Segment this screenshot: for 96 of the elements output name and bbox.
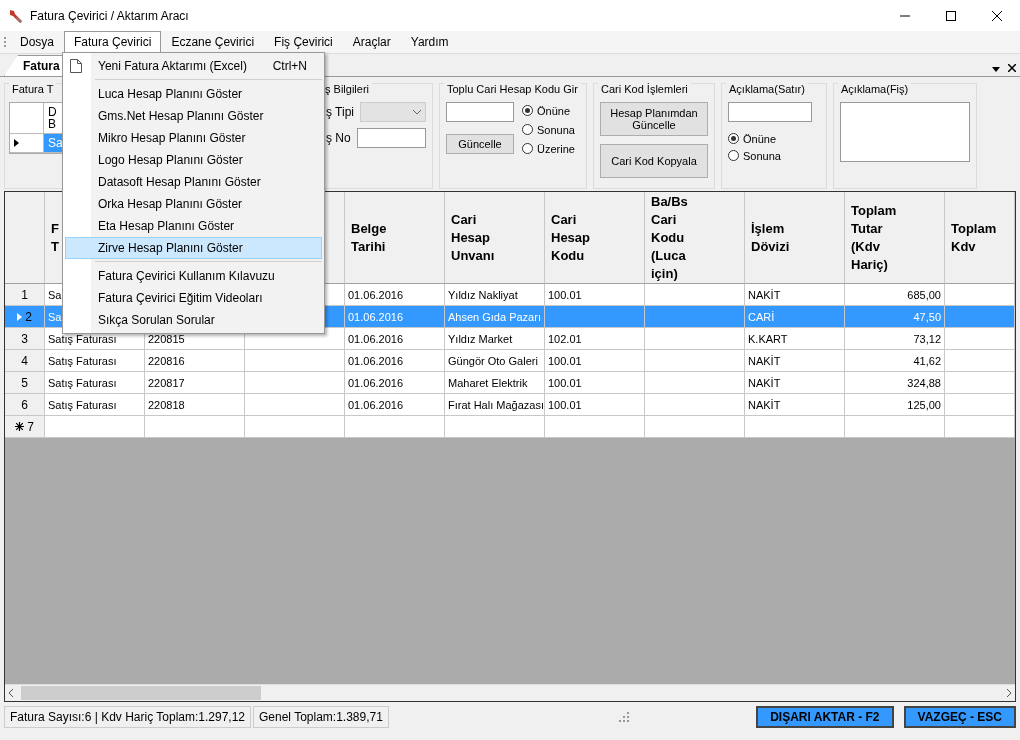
status-text: Fatura Sayısı:6 | Kdv Hariç Toplam:1.297,12	[4, 706, 251, 728]
column-header[interactable]: Belge Tarihi	[345, 192, 445, 284]
row-header[interactable]: 5	[5, 372, 45, 394]
table-cell: 73,12	[845, 328, 945, 350]
group-title: ş Bilgileri	[322, 83, 372, 95]
table-cell: CARİ	[745, 306, 845, 328]
action-button[interactable]: Hesap Planımdan Güncelle	[600, 102, 708, 136]
menu-item[interactable]: Fatura Çevirici Kullanım Kılavuzu	[65, 265, 322, 287]
table-cell: NAKİT	[745, 372, 845, 394]
table-cell: 324,88	[845, 372, 945, 394]
horizontal-scrollbar[interactable]	[5, 684, 1015, 701]
table-cell: 125,00	[845, 394, 945, 416]
menu-item[interactable]: Fiş Çevirici	[264, 31, 343, 53]
table-cell: 220816	[145, 350, 245, 372]
table-cell: 01.06.2016	[345, 284, 445, 306]
row-header[interactable]: 7	[5, 416, 45, 438]
action-button[interactable]: VAZGEÇ - ESC	[903, 706, 1016, 728]
table-cell: 01.06.2016	[345, 328, 445, 350]
table-cell: Satış Faturası	[45, 350, 145, 372]
radio-option[interactable]: Sonuna	[522, 121, 575, 138]
action-button[interactable]: Cari Kod Kopyala	[600, 144, 708, 178]
table-cell: Güngör Oto Galeri	[445, 350, 545, 372]
table-cell: 41,62	[845, 350, 945, 372]
row-pointer-icon	[14, 139, 19, 147]
table-cell: 220817	[145, 372, 245, 394]
menu-item[interactable]: Dosya	[10, 31, 64, 53]
input-field[interactable]	[728, 102, 812, 122]
column-header[interactable]: Cari Hesap Unvanı	[445, 192, 545, 284]
table-cell: 01.06.2016	[345, 372, 445, 394]
table-cell: 685,00	[845, 284, 945, 306]
table-cell: 47,50	[845, 306, 945, 328]
table-cell: Fırat Halı Mağazası	[445, 394, 545, 416]
row-pointer-icon	[17, 312, 23, 321]
table-cell: 100.01	[545, 350, 645, 372]
column-header[interactable]: Ba/Bs Cari Kodu (Luca için)	[645, 192, 745, 284]
radio-option[interactable]: Sonuna	[728, 147, 820, 164]
radio-option[interactable]: Önüne	[728, 130, 820, 147]
row-header[interactable]: 3	[5, 328, 45, 350]
table-cell: 01.06.2016	[345, 394, 445, 416]
table-cell: Satış Faturası	[45, 394, 145, 416]
row-header[interactable]: 1	[5, 284, 45, 306]
row-header[interactable]: 6	[5, 394, 45, 416]
resize-grip-icon	[618, 712, 629, 722]
table-cell: Maharet Elektrik	[445, 372, 545, 394]
menu-item[interactable]: Araçlar	[342, 31, 401, 53]
table-cell: 100.01	[545, 394, 645, 416]
group-title: Fatura T	[9, 83, 57, 95]
row-header[interactable]: 4	[5, 350, 45, 372]
menu-item[interactable]: Eta Hesap Planını Göster	[65, 215, 322, 237]
text-area[interactable]	[840, 102, 970, 162]
wrench-icon	[8, 7, 24, 24]
table-cell: 100.01	[545, 372, 645, 394]
table-cell: Yıldız Nakliyat	[445, 284, 545, 306]
asterisk-icon	[15, 422, 25, 431]
field-label: ş No	[326, 131, 351, 145]
close-icon[interactable]	[1008, 64, 1016, 72]
menu-item[interactable]: Orka Hesap Planını Göster	[65, 193, 322, 215]
group-title: Cari Kod İşlemleri	[598, 83, 691, 95]
table-cell: 220818	[145, 394, 245, 416]
column-header[interactable]: Cari Hesap Kodu	[545, 192, 645, 284]
field-label: ş Tipi	[326, 105, 354, 119]
row-header[interactable]: 2	[5, 306, 45, 328]
table-cell: NAKİT	[745, 284, 845, 306]
table-cell: K.KART	[745, 328, 845, 350]
menu-item[interactable]: Eczane Çevirici	[161, 31, 265, 53]
menu-item[interactable]: Datasoft Hesap Planını Göster	[65, 171, 322, 193]
table-cell: Ahsen Gıda Pazarı	[445, 306, 545, 328]
group-title: Açıklama(Satır)	[726, 83, 808, 95]
action-button[interactable]: DIŞARI AKTAR - F2	[756, 706, 894, 728]
menu-item[interactable]: Fatura Çevirici	[64, 31, 162, 53]
input-field[interactable]	[356, 128, 426, 148]
table-cell: 100.01	[545, 284, 645, 306]
dropdown-icon[interactable]	[992, 67, 1000, 72]
radio-option[interactable]: Üzerine	[522, 140, 575, 157]
menu-item[interactable]: Yardım	[400, 31, 459, 53]
window-title: Fatura Çevirici / Aktarım Aracı	[30, 8, 190, 23]
group-title: Toplu Cari Hesap Kodu Gir	[444, 83, 581, 95]
update-button[interactable]: Güncelle	[446, 134, 514, 154]
menu-item[interactable]: Zirve Hesap Planını Göster	[65, 237, 322, 259]
status-text: Genel Toplam:1.389,71	[253, 706, 389, 728]
table-cell: Yıldız Market	[445, 328, 545, 350]
group-title: Açıklama(Fiş)	[838, 83, 912, 95]
input-field[interactable]	[446, 102, 514, 122]
column-header[interactable]: Toplam Kdv	[945, 192, 1015, 284]
table-cell: 01.06.2016	[345, 350, 445, 372]
table-cell: Satış Faturası	[45, 372, 145, 394]
table-cell: NAKİT	[745, 350, 845, 372]
radio-option[interactable]: Önüne	[522, 102, 575, 119]
page-icon	[70, 59, 82, 73]
column-header[interactable]: Toplam Tutar (Kdv Hariç)	[845, 192, 945, 284]
menu-item[interactable]: Luca Hesap Planını Göster	[65, 83, 322, 105]
column-header[interactable]: İşlem Dövizi	[745, 192, 845, 284]
table-cell: NAKİT	[745, 394, 845, 416]
table-cell: 01.06.2016	[345, 306, 445, 328]
table-cell: 102.01	[545, 328, 645, 350]
chevron-down-icon	[413, 109, 421, 115]
